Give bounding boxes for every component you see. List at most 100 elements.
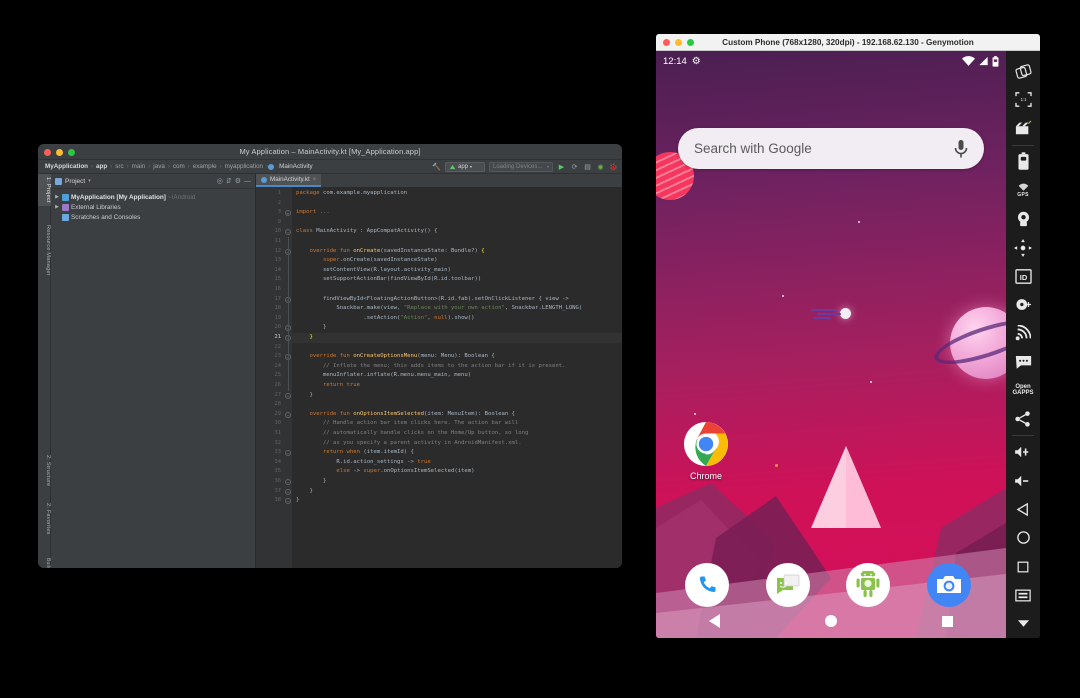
locate-icon[interactable]: ◎	[217, 177, 223, 185]
code-line[interactable]: }	[296, 333, 313, 343]
google-search-bar[interactable]: Search with Google	[678, 128, 984, 169]
app-messaging[interactable]	[766, 563, 810, 607]
run-configuration-selector[interactable]: app ▾	[445, 162, 485, 172]
breadcrumb-item-1[interactable]: app	[93, 163, 110, 170]
fold-toggle-icon[interactable]: –	[285, 450, 291, 456]
accelerometer-icon[interactable]	[1007, 233, 1039, 262]
profiler-icon[interactable]: ◉	[596, 162, 605, 171]
code-line[interactable]: return when (item.itemId) {	[296, 448, 414, 458]
code-line[interactable]: // automatically handle clicks on the Ho…	[296, 429, 528, 439]
gear-icon[interactable]: ⚙	[235, 177, 241, 185]
app-apps-drawer[interactable]	[846, 563, 890, 607]
expand-arrow-icon[interactable]: ▶	[54, 204, 60, 210]
code-line[interactable]: }	[296, 477, 326, 487]
breadcrumb-item-8[interactable]: MainActivity	[276, 163, 316, 170]
breadcrumb-item-3[interactable]: main	[129, 163, 149, 170]
code-line[interactable]: // Handle action bar item clicks here. T…	[296, 419, 518, 429]
fold-toggle-icon[interactable]: +	[285, 210, 291, 216]
sidebar-item-resource-manager[interactable]: Resource Manager	[38, 222, 51, 279]
close-button[interactable]	[663, 39, 670, 46]
fold-toggle-icon[interactable]: –	[285, 479, 291, 485]
fold-toggle-icon[interactable]: –	[285, 229, 291, 235]
search-input[interactable]: Search with Google	[694, 141, 954, 156]
sidebar-item-project[interactable]: 1: Project	[38, 174, 51, 206]
expand-more-icon[interactable]	[1007, 609, 1039, 638]
back-icon[interactable]	[709, 614, 720, 628]
window-controls[interactable]	[663, 39, 694, 46]
fold-toggle-icon[interactable]: –	[285, 412, 291, 418]
maximize-button[interactable]	[68, 149, 75, 156]
disk-io-icon[interactable]	[1007, 290, 1039, 319]
open-gapps-icon[interactable]: Open GAPPS	[1007, 376, 1039, 405]
code-line[interactable]: class MainActivity : AppCompatActivity()…	[296, 227, 437, 237]
code-line[interactable]: menuInflater.inflate(R.menu.menu_main, m…	[296, 371, 471, 381]
breadcrumb-item-7[interactable]: myapplication	[222, 163, 267, 170]
breadcrumb-item-4[interactable]: java	[150, 163, 168, 170]
recents-icon[interactable]	[942, 616, 953, 627]
camera-icon[interactable]	[1007, 205, 1039, 234]
device-selector[interactable]: Loading Devices... ▾	[489, 162, 553, 172]
build-icon[interactable]: 🔨	[432, 162, 441, 171]
identifiers-icon[interactable]: ID	[1007, 262, 1039, 291]
logcat-icon[interactable]: ▤	[583, 162, 592, 171]
recents-icon[interactable]	[1007, 552, 1039, 581]
code-line[interactable]: setSupportActionBar(findViewById(R.id.to…	[296, 275, 481, 285]
code-line[interactable]: findViewById<FloatingActionButton>(R.id.…	[296, 295, 569, 305]
network-icon[interactable]	[1007, 319, 1039, 348]
code-line[interactable]: R.id.action_settings -> true	[296, 458, 431, 468]
collapse-icon[interactable]: ⇵	[226, 177, 232, 185]
code-line[interactable]: // Inflate the menu; this adds items to …	[296, 362, 565, 372]
code-line[interactable]: setContentView(R.layout.activity_main)	[296, 266, 451, 276]
code-line[interactable]: override fun onCreateOptionsMenu(menu: M…	[296, 352, 495, 362]
battery-icon[interactable]	[1007, 148, 1039, 177]
gps-icon[interactable]: GPS	[1007, 176, 1039, 205]
rotate-icon[interactable]	[1007, 57, 1039, 86]
window-controls[interactable]	[44, 149, 75, 156]
tree-node-myapplication[interactable]: ▶ MyApplication [My Application] ~/Andro…	[51, 192, 255, 202]
code-line[interactable]: .setAction("Action", null).show()	[296, 314, 475, 324]
sidebar-item-structure[interactable]: 2: Structure	[38, 452, 51, 489]
breadcrumb-item-0[interactable]: MyApplication	[42, 163, 91, 170]
phone-sms-icon[interactable]	[1007, 347, 1039, 376]
breadcrumb[interactable]: MyApplication › app › src › main › java …	[42, 163, 432, 170]
home-icon[interactable]	[825, 615, 837, 627]
maximize-button[interactable]	[687, 39, 694, 46]
sidebar-item-build-variants[interactable]: Build Variants	[38, 555, 51, 568]
code-line[interactable]: Snackbar.make(view, "Replace with your o…	[296, 304, 582, 314]
volume-down-icon[interactable]	[1007, 467, 1039, 496]
expand-arrow-icon[interactable]: ▶	[54, 194, 60, 200]
debug-icon[interactable]: 🐞	[609, 162, 618, 171]
code-line[interactable]: }	[296, 487, 313, 497]
close-icon[interactable]: ×	[313, 177, 317, 183]
android-screen[interactable]: 12:14 ⚙ Search with Google	[656, 51, 1006, 638]
run-icon[interactable]: ▶	[557, 162, 566, 171]
code-line[interactable]: super.onCreate(savedInstanceState)	[296, 256, 437, 266]
minimize-icon[interactable]: —	[244, 178, 251, 185]
home-icon[interactable]	[1007, 524, 1039, 553]
code-line[interactable]: }	[296, 391, 313, 401]
sidebar-item-favorites[interactable]: 2: Favorites	[38, 500, 51, 538]
code-line[interactable]: override fun onOptionsItemSelected(item:…	[296, 410, 515, 420]
minimize-button[interactable]	[675, 39, 682, 46]
code-line[interactable]: package com.example.myapplication	[296, 189, 407, 199]
code-line[interactable]: else -> super.onOptionsItemSelected(item…	[296, 467, 475, 477]
code-line[interactable]: override fun onCreate(savedInstanceState…	[296, 247, 485, 257]
code-line[interactable]: }	[296, 496, 299, 506]
minimize-button[interactable]	[56, 149, 63, 156]
breadcrumb-item-2[interactable]: src	[112, 163, 126, 170]
fold-toggle-icon[interactable]: –	[285, 489, 291, 495]
fullscreen-icon[interactable]: 1:1	[1007, 86, 1039, 115]
tree-node-scratches[interactable]: Scratches and Consoles	[51, 212, 255, 222]
menu-icon[interactable]	[1007, 581, 1039, 610]
project-panel-title[interactable]: Project	[65, 178, 85, 185]
microphone-icon[interactable]	[954, 139, 968, 159]
code-editor[interactable]: 1239101112131415161718192021222324252627…	[256, 187, 622, 568]
close-button[interactable]	[44, 149, 51, 156]
tree-node-external-libraries[interactable]: ▶ External Libraries	[51, 202, 255, 212]
back-icon[interactable]	[1007, 495, 1039, 524]
screen-record-icon[interactable]	[1007, 114, 1039, 143]
code-folding-gutter[interactable]: +––––––––––––	[284, 187, 292, 568]
android-navigation-bar[interactable]	[656, 604, 1006, 638]
fold-toggle-icon[interactable]: –	[285, 498, 291, 504]
chevron-down-icon[interactable]: ▾	[88, 178, 91, 184]
